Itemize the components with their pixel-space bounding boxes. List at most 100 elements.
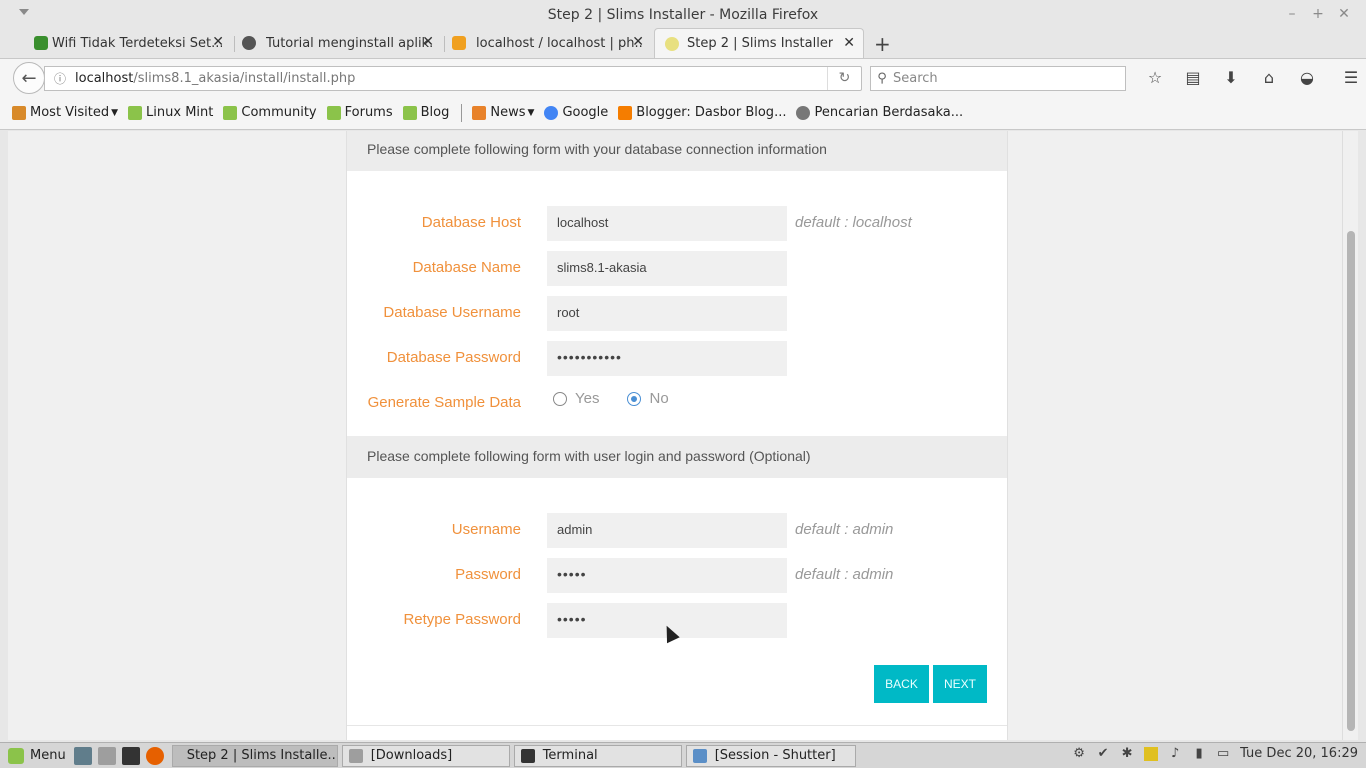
bookmark-news[interactable]: News ▼ (472, 105, 534, 120)
bookmark-blogger[interactable]: Blogger: Dasbor Blog... (618, 105, 786, 120)
db-host-label: Database Host (421, 214, 521, 231)
tab-favicon-icon (242, 36, 256, 50)
password-row: Password ••••• default : admin (347, 558, 1007, 594)
start-menu-button[interactable]: Menu (8, 747, 66, 764)
tab-tutorial[interactable]: Tutorial menginstall aplik... ✕ (234, 28, 442, 58)
minimize-icon[interactable]: – (1286, 6, 1298, 22)
shield-icon[interactable]: ✔ (1096, 746, 1110, 761)
tab-wifi[interactable]: Wifi Tidak Terdeteksi Set... ✕ (20, 28, 232, 58)
reading-list-icon[interactable]: ▤ (1174, 68, 1212, 87)
sample-data-label: Generate Sample Data (367, 394, 521, 411)
tab-strip: Wifi Tidak Terdeteksi Set... ✕ Tutorial … (0, 28, 1366, 58)
db-user-label: Database Username (383, 304, 521, 321)
close-tab-icon[interactable]: ✕ (843, 35, 855, 51)
db-section-title: Please complete following form with your… (347, 131, 1007, 171)
db-pass-input[interactable]: ••••••••••• (547, 341, 787, 376)
db-user-row: Database Username root (347, 296, 1007, 332)
clock[interactable]: Tue Dec 20, 16:29 (1240, 746, 1358, 761)
tab-slims-installer[interactable]: Step 2 | Slims Installer ✕ (654, 28, 864, 58)
db-name-input[interactable]: slims8.1-akasia (547, 251, 787, 286)
volume-icon[interactable]: ♪ (1168, 746, 1182, 761)
window-controls: – + ✕ (1286, 6, 1350, 22)
sample-data-options: Yes No (547, 390, 691, 407)
password-input[interactable]: ••••• (547, 558, 787, 593)
url-bar[interactable]: ⓘ localhost/slims8.1_akasia/install/inst… (44, 66, 862, 91)
reload-icon[interactable]: ↻ (827, 67, 861, 90)
maximize-icon[interactable]: + (1312, 6, 1324, 22)
mint-icon (128, 105, 143, 120)
username-input[interactable]: admin (547, 513, 787, 548)
start-menu-label: Menu (30, 748, 66, 763)
system-tray: ⚙ ✔ ✱ ♪ ▮ ▭ Tue Dec 20, 16:29 (1072, 746, 1358, 761)
taskbar-window-terminal[interactable]: Terminal (513, 744, 682, 767)
hamburger-menu-icon[interactable]: ☰ (1332, 68, 1366, 87)
tab-phpmyadmin[interactable]: localhost / localhost | ph... ✕ (444, 28, 652, 58)
firefox-launch-icon[interactable] (145, 746, 164, 765)
search-placeholder: Search (893, 71, 938, 86)
blogger-icon (618, 105, 633, 120)
bookmark-separator (461, 103, 463, 122)
bookmark-pencarian[interactable]: Pencarian Berdasaka... (796, 105, 963, 120)
taskbar-window-downloads[interactable]: [Downloads] (341, 744, 510, 767)
quick-launch (73, 746, 164, 765)
home-icon[interactable]: ⌂ (1250, 68, 1288, 87)
close-tab-icon[interactable]: ✕ (632, 34, 644, 50)
mint-icon (326, 105, 341, 120)
scrollbar-thumb[interactable] (1347, 231, 1355, 731)
search-input[interactable]: ⚲ Search (870, 66, 1126, 91)
battery-icon[interactable]: ▭ (1216, 746, 1230, 761)
bluetooth-icon[interactable]: ✱ (1120, 746, 1134, 761)
bookmark-community[interactable]: Community (223, 105, 317, 120)
mint-icon (402, 105, 417, 120)
info-icon[interactable]: ⓘ (45, 70, 75, 87)
bookmark-blog[interactable]: Blog (402, 105, 449, 120)
taskbar-window-shutter[interactable]: [Session - Shutter] (685, 744, 856, 767)
taskbar-window-label: Terminal (542, 748, 598, 763)
back-button[interactable]: ← (13, 62, 45, 94)
next-button[interactable]: NEXT (933, 665, 987, 703)
network-icon[interactable]: ▮ (1192, 746, 1206, 761)
db-user-input[interactable]: root (547, 296, 787, 331)
retype-password-label: Retype Password (403, 611, 521, 628)
sample-yes-radio[interactable] (553, 391, 567, 406)
bookmarks-toolbar: Most Visited ▼ Linux Mint Community Foru… (0, 96, 1366, 130)
bookmark-most-visited[interactable]: Most Visited ▼ (12, 105, 118, 120)
taskbar-window-firefox[interactable]: Step 2 | Slims Installe... (171, 744, 338, 767)
pocket-icon[interactable]: ◒ (1288, 68, 1326, 87)
back-button-form[interactable]: BACK (874, 665, 929, 703)
close-tab-icon[interactable]: ✕ (422, 34, 434, 50)
bookmark-star-icon[interactable]: ☆ (1136, 68, 1174, 87)
file-manager-icon[interactable] (97, 746, 116, 765)
db-pass-label: Database Password (386, 349, 521, 366)
tab-favicon-icon (665, 37, 679, 51)
tab-favicon-icon (34, 36, 48, 50)
rss-icon (472, 105, 487, 120)
close-tab-icon[interactable]: ✕ (212, 34, 224, 50)
sample-no-label: No (649, 390, 669, 407)
url-host: localhost (75, 71, 134, 86)
taskbar-window-label: [Downloads] (370, 748, 453, 763)
bookmark-label: News (490, 105, 526, 120)
db-host-input[interactable]: localhost (547, 206, 787, 241)
terminal-launch-icon[interactable] (121, 746, 140, 765)
update-manager-icon[interactable]: ⚙ (1072, 746, 1086, 761)
bookmark-label: Most Visited (30, 105, 110, 120)
notes-icon[interactable] (1144, 746, 1159, 761)
bookmark-google[interactable]: Google (544, 105, 608, 120)
mint-icon (223, 105, 238, 120)
bookmark-forums[interactable]: Forums (326, 105, 393, 120)
taskbar-window-label: [Session - Shutter] (714, 748, 836, 763)
bookmark-linux-mint[interactable]: Linux Mint (128, 105, 213, 120)
folder-icon (348, 748, 363, 763)
folder-icon (12, 105, 26, 120)
close-window-icon[interactable]: ✕ (1338, 6, 1350, 22)
navigation-bar: ← ⓘ localhost/slims8.1_akasia/install/in… (0, 58, 1366, 96)
sample-no-radio[interactable] (627, 391, 642, 406)
panel-footer-divider (347, 725, 1007, 726)
new-tab-icon[interactable]: + (874, 32, 891, 56)
downloads-icon[interactable]: ⬇ (1212, 68, 1250, 87)
bookmark-label: Forums (344, 105, 393, 120)
page-scrollbar[interactable] (1342, 131, 1358, 740)
show-desktop-icon[interactable] (73, 746, 92, 765)
tab-label: Step 2 | Slims Installer (687, 36, 834, 51)
